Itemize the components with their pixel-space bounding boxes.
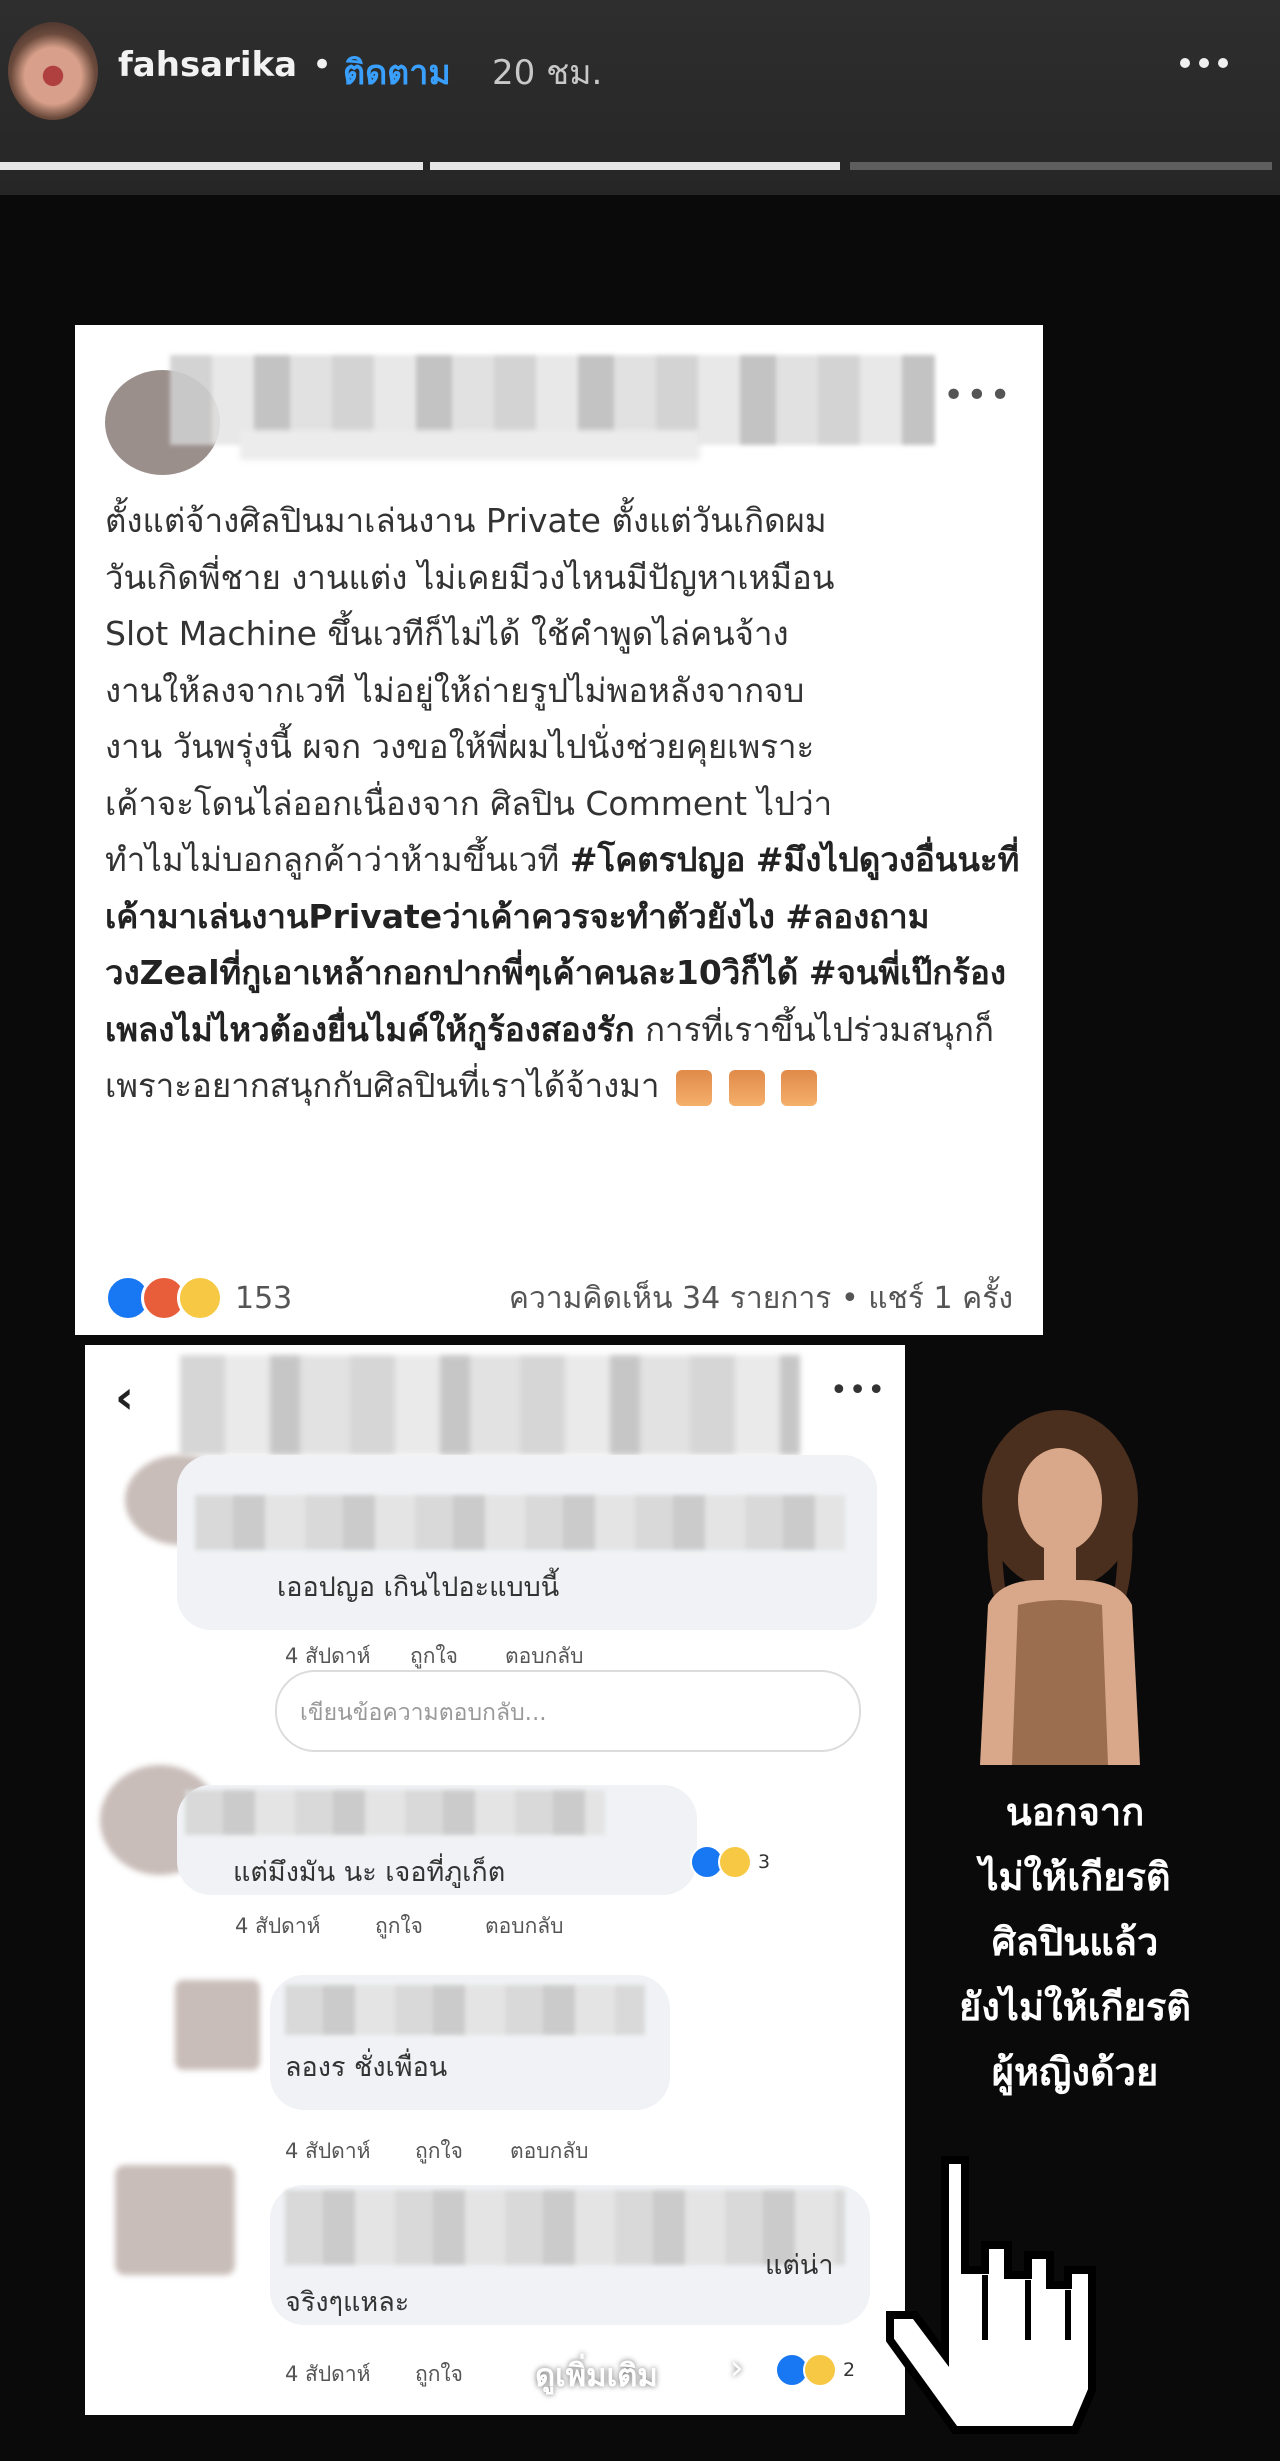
post-body: ตั้งแต่จ้างศิลปินมาเล่นงาน Private ตั้งแ… xyxy=(105,493,1020,1115)
comment-reactions[interactable]: 2 xyxy=(775,2353,855,2387)
comment-time: 4 สัปดาห์ xyxy=(235,1914,321,1938)
thumbs-down-icon xyxy=(676,1069,713,1106)
caption-line: ศิลปินแล้ว xyxy=(991,1920,1159,1964)
post-line: ทำไมไม่บอกลูกค้าว่าห้ามขึ้นเวที xyxy=(105,840,560,879)
story-progress-segment-3 xyxy=(850,162,1272,170)
post-time: 20 ชม. xyxy=(492,53,603,93)
comment-like-button[interactable]: ถูกใจ xyxy=(375,1910,423,1943)
comment-text-fragment: แต่น่า xyxy=(765,2250,834,2281)
post-line: งานให้ลงจากเวที ไม่อยู่ให้ถ่ายรูปไม่พอหล… xyxy=(105,670,805,710)
comment-share-stats[interactable]: ความคิดเห็น 34 รายการ • แชร์ 1 ครั้ง xyxy=(509,1275,1013,1322)
comment-reaction-count: 2 xyxy=(843,2359,856,2381)
comment-text: เออปญอ เกินไปอะแบบนี้ xyxy=(277,1572,560,1603)
reaction-count: 153 xyxy=(235,1280,293,1316)
see-more-button[interactable]: ดูเพิ่มเติม xyxy=(535,2350,658,2400)
post-line: งาน วันพรุ่งนี้ ผจก วงขอให้พี่ผมไปนั่งช่… xyxy=(105,727,815,766)
comment-like-button[interactable]: ถูกใจ xyxy=(415,2135,463,2168)
post-date-blurred xyxy=(240,430,700,460)
haha-reaction-icon xyxy=(718,1845,752,1879)
comment-text: แต่มึงมัน นะ เจอที่ภูเก็ต xyxy=(233,1857,506,1888)
post-line: Slot Machine ขึ้นเวทีก็ไม่ได้ ใช้คำพูดไล… xyxy=(105,614,789,653)
caption-line: ยังไม่ให้เกียรติ xyxy=(959,1985,1191,2029)
wow-reaction-icon xyxy=(177,1275,223,1321)
thumbs-down-icon xyxy=(781,1069,818,1106)
more-horizontal-icon[interactable] xyxy=(1180,48,1250,78)
comment-name-blurred xyxy=(195,1495,845,1550)
comments-card: ‹ ••• เออปญอ เกินไปอะแบบนี้ 4 สัปดาห์ ถู… xyxy=(85,1345,905,2415)
comment-name-blurred xyxy=(285,2190,845,2265)
separator-dot: • xyxy=(312,45,333,85)
comment-time: 4 สัปดาห์ xyxy=(285,2362,371,2386)
story-header: fahsarika • ติดตาม 20 ชม. xyxy=(0,0,1280,195)
comment-reply-button[interactable]: ตอบกลับ xyxy=(510,2135,589,2168)
haha-reaction-icon xyxy=(803,2353,837,2387)
comment-reply-button[interactable]: ตอบกลับ xyxy=(485,1910,564,1943)
reaction-summary[interactable]: 153 xyxy=(105,1275,292,1321)
caption-line: นอกจาก xyxy=(1005,1790,1145,1834)
more-horizontal-icon[interactable]: ••• xyxy=(830,1373,886,1408)
comment-text: ลองร ชั่งเพื่อน xyxy=(285,2052,448,2083)
comment-reactions[interactable]: 3 xyxy=(690,1845,770,1879)
hashtag[interactable]: #โคตรปญอ xyxy=(570,840,746,879)
comments-header-blurred xyxy=(180,1355,800,1455)
avatar-blurred xyxy=(175,1980,260,2070)
post-card: ••• ตั้งแต่จ้างศิลปินมาเล่นงาน Private ต… xyxy=(75,325,1043,1335)
chevron-right-icon[interactable]: › xyxy=(730,2348,744,2388)
reply-placeholder: เขียนข้อความตอบกลับ... xyxy=(300,1700,547,1726)
post-line: เค้าจะโดนไล่ออกเนื่องจาก ศิลปิน Comment … xyxy=(105,783,833,823)
comment-like-button[interactable]: ถูกใจ xyxy=(410,1640,458,1673)
avatar-blurred xyxy=(115,2165,235,2275)
story-caption: นอกจาก ไม่ให้เกียรติ ศิลปินแล้ว ยังไม่ให… xyxy=(920,1780,1230,2105)
story-progress-segment-2 xyxy=(430,162,840,170)
back-chevron-icon[interactable]: ‹ xyxy=(115,1370,134,1424)
comment-name-blurred xyxy=(185,1790,605,1835)
thumbs-down-icon xyxy=(728,1069,765,1106)
username[interactable]: fahsarika xyxy=(118,45,297,85)
comment-reply-button[interactable]: ตอบกลับ xyxy=(505,1640,584,1673)
post-line: ตั้งแต่จ้างศิลปินมาเล่นงาน Private ตั้งแ… xyxy=(105,501,827,540)
story-progress-segment-1 xyxy=(0,162,423,170)
avatar[interactable] xyxy=(8,22,98,120)
comment-time: 4 สัปดาห์ xyxy=(285,2139,371,2163)
hand-pointer-icon xyxy=(886,2156,1096,2434)
woman-photo xyxy=(980,1410,1140,1765)
comment-name-blurred xyxy=(285,1985,645,2035)
caption-line: ผู้หญิงด้วย xyxy=(991,2050,1159,2094)
post-line: วันเกิดพี่ชาย งานแต่ง ไม่เคยมีวงไหนมีปัญ… xyxy=(105,557,835,597)
more-horizontal-icon[interactable]: ••• xyxy=(943,375,1013,416)
comment-time: 4 สัปดาห์ xyxy=(285,1644,371,1668)
comment-reaction-count: 3 xyxy=(758,1851,771,1873)
comment-text: จริงๆแหละ xyxy=(285,2287,410,2318)
comment-like-button[interactable]: ถูกใจ xyxy=(415,2358,463,2391)
caption-line: ไม่ให้เกียรติ xyxy=(979,1855,1171,1899)
follow-button[interactable]: ติดตาม xyxy=(343,45,451,99)
